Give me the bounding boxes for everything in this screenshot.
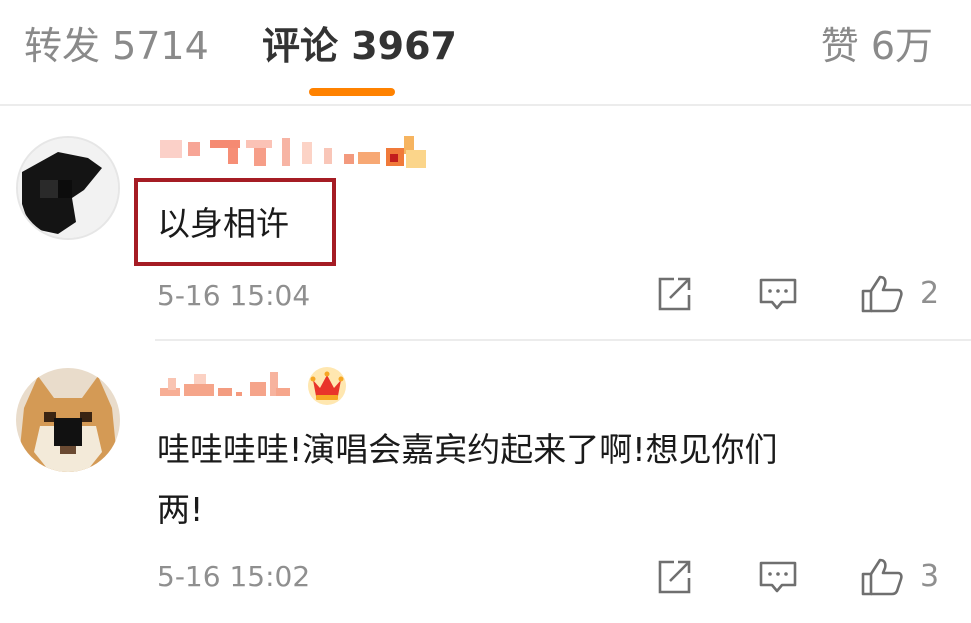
avatar[interactable]: [16, 368, 120, 472]
reply-icon[interactable]: [758, 557, 798, 597]
crown-icon: [306, 366, 348, 406]
share-icon[interactable]: [654, 557, 694, 597]
comment-tabs: 转发 5714 评论 3967 赞 6万: [0, 0, 971, 104]
tab-likes[interactable]: 赞 6万: [821, 22, 933, 70]
username-pixelated[interactable]: [158, 134, 428, 174]
avatar[interactable]: [16, 136, 120, 240]
active-tab-indicator: [309, 88, 395, 96]
comment-text-line: 哇哇哇哇!演唱会嘉宾约起来了啊!想见你们: [157, 430, 778, 469]
tab-comments[interactable]: 评论 3967: [262, 22, 457, 70]
tab-repost[interactable]: 转发 5714: [24, 22, 209, 70]
comment-item: 哇哇哇哇!演唱会嘉宾约起来了啊!想见你们 两! 5-16 15:02 3: [0, 340, 971, 623]
like-icon[interactable]: [860, 274, 903, 314]
comment-text: 哇哇哇哇!演唱会嘉宾约起来了啊!想见你们 两!: [157, 420, 777, 540]
share-icon[interactable]: [654, 274, 694, 314]
reply-icon[interactable]: [758, 274, 798, 314]
like-count: 2: [920, 276, 940, 311]
comment-time: 5-16 15:02: [157, 560, 311, 593]
comment-item: 以身相许 5-16 15:04 2: [0, 106, 971, 340]
like-count: 3: [920, 559, 940, 594]
like-icon[interactable]: [860, 557, 903, 597]
comment-time: 5-16 15:04: [157, 279, 311, 312]
highlight-annotation-box: [134, 178, 336, 266]
comment-text-line: 两!: [157, 490, 204, 529]
